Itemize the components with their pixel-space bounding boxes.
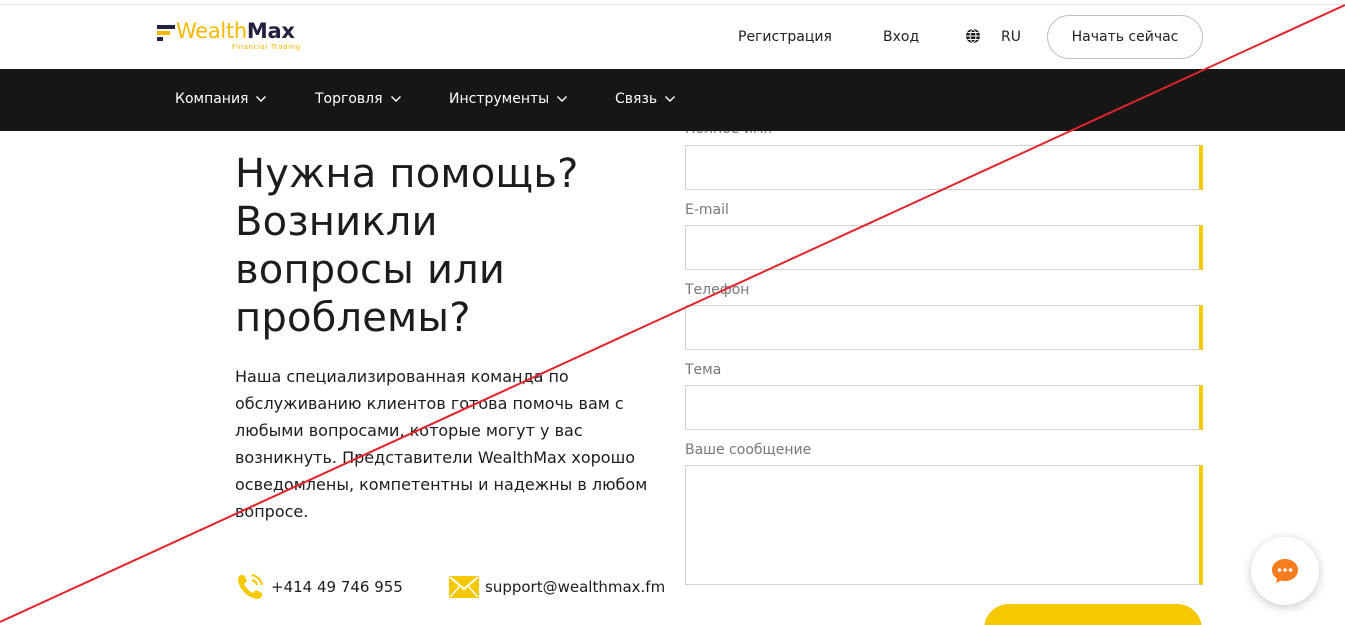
headline-line: Нужна помощь? [235, 151, 579, 197]
language-selector[interactable]: RU [1001, 29, 1021, 45]
site-header: WealthMax Financial Trading Регистрация … [0, 5, 1345, 69]
register-link[interactable]: Регистрация [738, 29, 832, 45]
phone-label: Телефон [685, 282, 750, 298]
phone-icon [238, 573, 264, 599]
phone-contact[interactable]: +414 49 746 955 [235, 573, 403, 601]
page-headline: Нужна помощь? Возникли вопросы или пробл… [235, 150, 655, 342]
subject-label: Тема [685, 362, 722, 378]
phone-number: +414 49 746 955 [271, 578, 403, 596]
submit-button[interactable] [984, 604, 1202, 625]
nav-item-label: Компания [175, 91, 249, 107]
envelope-icon [449, 576, 479, 598]
nav-item-label: Торговля [315, 91, 383, 107]
login-link[interactable]: Вход [883, 29, 919, 45]
chat-widget-button[interactable] [1251, 537, 1319, 605]
logo-wordmark-part1: Wealth [176, 19, 247, 43]
email-contact[interactable]: support@wealthmax.fm [449, 573, 665, 601]
subject-input[interactable] [685, 385, 1203, 430]
nav-item-tools[interactable]: Инструменты [449, 91, 568, 107]
email-address: support@wealthmax.fm [485, 578, 666, 596]
globe-icon[interactable] [965, 28, 981, 44]
chevron-down-icon [665, 96, 676, 102]
email-input[interactable] [685, 225, 1203, 270]
email-label: E-mail [685, 202, 729, 218]
chat-icon [1272, 559, 1298, 583]
nav-item-trading[interactable]: Торговля [315, 91, 402, 107]
nav-item-company[interactable]: Компания [175, 91, 267, 107]
nav-item-contact[interactable]: Связь [615, 91, 676, 107]
phone-input[interactable] [685, 305, 1203, 350]
headline-line: вопросы или [235, 247, 506, 293]
support-description: Наша специализированная команда по обслу… [235, 367, 648, 521]
full-name-input[interactable] [685, 145, 1203, 190]
logo[interactable]: WealthMax Financial Trading [157, 19, 327, 57]
headline-line: Возникли [235, 199, 438, 245]
message-label: Ваше сообщение [685, 442, 812, 458]
logo-mark-icon [157, 25, 175, 41]
nav-item-label: Связь [615, 91, 658, 107]
message-textarea[interactable] [685, 465, 1203, 585]
logo-wordmark: WealthMax [176, 19, 295, 43]
headline-line: проблемы? [235, 295, 471, 341]
logo-tagline: Financial Trading [232, 43, 301, 51]
chevron-down-icon [390, 96, 401, 102]
start-now-button[interactable]: Начать сейчас [1047, 15, 1203, 59]
chevron-down-icon [256, 96, 267, 102]
chevron-down-icon [557, 96, 568, 102]
nav-item-label: Инструменты [449, 91, 550, 107]
main-nav: Компания Торговля Инструменты Связь [0, 69, 1345, 131]
logo-wordmark-part2: Max [246, 19, 295, 43]
